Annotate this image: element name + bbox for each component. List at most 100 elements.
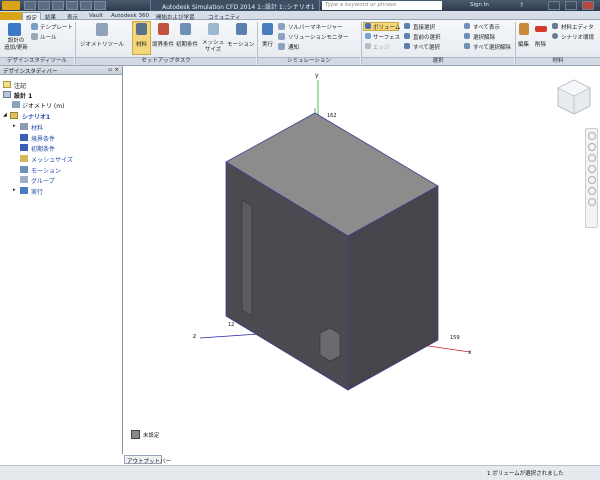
- design-icon: [3, 91, 11, 98]
- tree-item-geometry[interactable]: ジオメトリ (m): [22, 101, 64, 110]
- close-button[interactable]: [582, 1, 594, 10]
- close-icon[interactable]: ×: [114, 67, 119, 73]
- solution-monitor-button[interactable]: ソリューションモニター: [288, 33, 348, 41]
- tab-autodesk-360[interactable]: Autodesk 360: [108, 12, 152, 20]
- tree-item-mesh-size[interactable]: メッシュサイズ: [31, 155, 73, 164]
- show-all-button[interactable]: すべて表示: [473, 23, 500, 31]
- solver-manager-button[interactable]: ソルバーマネージャー: [288, 23, 343, 31]
- motion-icon: [236, 23, 247, 35]
- mesh-size-button[interactable]: メッシュ サイズ: [202, 40, 224, 54]
- navigation-options-icon[interactable]: [587, 198, 596, 206]
- tree-item-run[interactable]: 実行: [31, 187, 43, 196]
- tree-item-notes[interactable]: 注記: [14, 81, 26, 90]
- tab-view[interactable]: 表示: [64, 12, 81, 21]
- edge-button[interactable]: エッジ: [373, 43, 390, 51]
- quick-access-dropdown-icon[interactable]: [94, 1, 106, 10]
- tree-item-material[interactable]: 材料: [31, 123, 43, 132]
- material-button[interactable]: 材料: [136, 40, 147, 48]
- dimension-top-label: 162: [327, 113, 337, 119]
- scenario-environment-icon: [552, 33, 558, 39]
- tree-item-design[interactable]: 設計 1: [14, 91, 32, 100]
- tree-item-motion[interactable]: モーション: [31, 166, 61, 175]
- view-cube[interactable]: [556, 76, 592, 116]
- edit-button[interactable]: 編集: [518, 40, 529, 48]
- tab-community[interactable]: コミュニティ: [205, 12, 244, 21]
- zoom-icon[interactable]: [587, 154, 596, 162]
- panel-selection[interactable]: 選択: [362, 57, 514, 65]
- add-design-button[interactable]: 設計の 追加/更新: [3, 38, 29, 52]
- deselect-all-button[interactable]: すべて選択解除: [473, 43, 511, 51]
- x-axis-label: x: [468, 349, 472, 356]
- new-icon[interactable]: [24, 1, 36, 10]
- undo-icon[interactable]: [66, 1, 78, 10]
- material-editor-button[interactable]: 材料エディタ: [561, 23, 594, 31]
- boundary-conditions-button[interactable]: 境界条件: [152, 40, 174, 48]
- geometry-tools-icon[interactable]: [96, 23, 108, 36]
- expand-material-icon[interactable]: ▸: [13, 123, 16, 129]
- motion-button[interactable]: モーション: [227, 40, 254, 48]
- status-message: 1 ボリュームが選択されました: [487, 471, 564, 477]
- direct-select-dropdown[interactable]: 直接選択: [413, 23, 435, 31]
- select-previous-button[interactable]: 直前の選択: [413, 33, 441, 41]
- deselect-button[interactable]: 選択解除: [473, 33, 495, 41]
- add-design-icon[interactable]: [8, 23, 21, 36]
- edit-icon: [519, 23, 529, 35]
- app-tab[interactable]: [0, 12, 22, 20]
- maximize-button[interactable]: [565, 1, 577, 10]
- navigation-bar[interactable]: [585, 128, 598, 228]
- steering-wheel-icon[interactable]: [587, 132, 596, 140]
- run-icon: [262, 23, 273, 35]
- expand-run-icon[interactable]: ▸: [13, 187, 16, 193]
- orbit-icon[interactable]: [587, 165, 596, 173]
- minimize-button[interactable]: [548, 1, 560, 10]
- select-all-button[interactable]: すべて選択: [413, 43, 440, 51]
- pin-icon[interactable]: ▫: [108, 67, 112, 73]
- tree-item-group[interactable]: グループ: [31, 176, 55, 185]
- initial-conditions-icon: [180, 23, 191, 35]
- sign-in-link[interactable]: Sign In: [470, 2, 489, 8]
- open-icon[interactable]: [38, 1, 50, 10]
- design-study-bar-title: デザインスタディバー: [3, 69, 58, 75]
- save-icon[interactable]: [52, 1, 64, 10]
- rule-button[interactable]: ルール: [40, 33, 57, 41]
- tab-getting-started[interactable]: 開始および学習: [153, 12, 198, 21]
- initial-conditions-button[interactable]: 初期条件: [176, 40, 198, 48]
- graphics-viewport[interactable]: [124, 66, 600, 454]
- look-at-icon[interactable]: [587, 176, 596, 184]
- output-bar-tab[interactable]: アウトプットバー: [124, 455, 171, 465]
- search-input[interactable]: Type a keyword or phrase: [322, 1, 442, 10]
- geometry-icon: [12, 101, 20, 108]
- volume-button[interactable]: ボリューム: [373, 23, 400, 31]
- fit-icon[interactable]: [587, 187, 596, 195]
- redo-icon[interactable]: [80, 1, 92, 10]
- material-editor-icon: [552, 23, 558, 29]
- panel-design-study[interactable]: デザインスタディツール: [0, 57, 74, 65]
- ribbon: 設計の 追加/更新 テンプレート ルール デザインスタディツール ジオメトリツー…: [0, 20, 600, 66]
- material-icon: [136, 23, 147, 35]
- pan-icon[interactable]: [587, 143, 596, 151]
- surface-button[interactable]: サーフェス: [373, 33, 400, 41]
- run-tree-icon: [20, 187, 28, 194]
- tree-item-boundary-conditions[interactable]: 境界条件: [31, 134, 55, 143]
- solution-monitor-icon: [278, 33, 285, 40]
- tab-setup[interactable]: 設定: [22, 12, 42, 22]
- tree-item-initial-conditions[interactable]: 初期条件: [31, 144, 55, 153]
- panel-simulation[interactable]: シミュレーション: [258, 57, 360, 65]
- template-icon: [31, 23, 38, 30]
- design-study-bar: デザインスタディバー ▫ ×: [0, 66, 123, 454]
- tree-item-scenario[interactable]: シナリオ1: [22, 112, 50, 121]
- application-menu-button[interactable]: [2, 1, 20, 10]
- expand-scenario-icon[interactable]: ◢: [3, 112, 7, 118]
- z-axis-label: z: [193, 333, 197, 340]
- help-icon[interactable]: ?: [520, 2, 523, 9]
- run-button[interactable]: 実行: [262, 40, 273, 48]
- template-button[interactable]: テンプレート: [40, 23, 73, 31]
- delete-button[interactable]: 削除: [535, 40, 546, 48]
- panel-setup-tasks[interactable]: セットアップタスク: [76, 57, 256, 65]
- geometry-tools-button[interactable]: ジオメトリツール: [80, 40, 124, 48]
- tab-vault[interactable]: Vault: [86, 12, 106, 20]
- scenario-environment-button[interactable]: シナリオ環境: [561, 33, 594, 41]
- notify-button[interactable]: 通知: [288, 43, 299, 51]
- panel-material[interactable]: 材料: [516, 57, 600, 65]
- tab-results[interactable]: 結果: [42, 12, 59, 21]
